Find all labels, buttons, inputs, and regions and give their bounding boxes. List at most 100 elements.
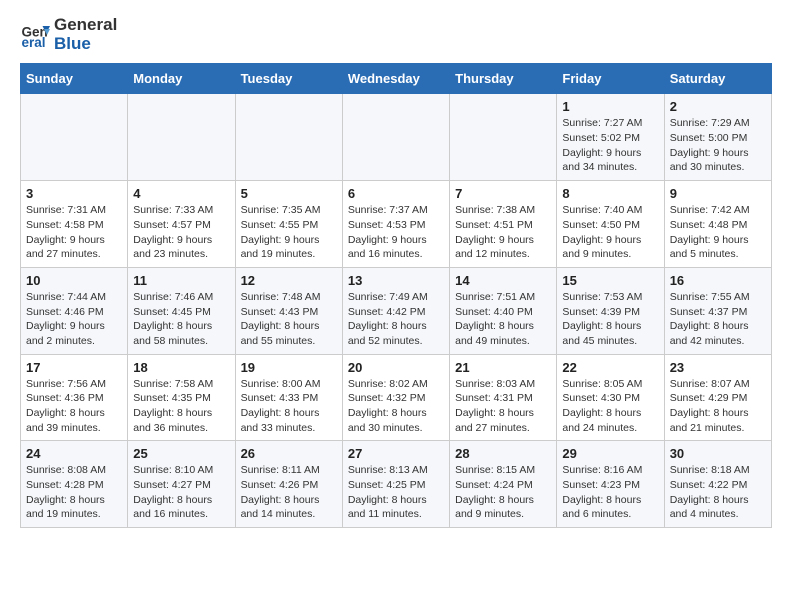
col-thursday: Thursday (450, 64, 557, 94)
day-info: Sunrise: 7:31 AM Sunset: 4:58 PM Dayligh… (26, 203, 122, 262)
day-cell: 26 Sunrise: 8:11 AM Sunset: 4:26 PM Dayli… (235, 441, 342, 528)
day-number: 8 (562, 186, 658, 201)
page: Gen eral General Blue SundayMondayTuesda… (0, 0, 792, 548)
col-sunday: Sunday (21, 64, 128, 94)
day-info: Sunrise: 7:48 AM Sunset: 4:43 PM Dayligh… (241, 290, 337, 349)
day-cell: 20 Sunrise: 8:02 AM Sunset: 4:32 PM Dayli… (342, 354, 449, 441)
day-number: 3 (26, 186, 122, 201)
day-info: Sunrise: 8:03 AM Sunset: 4:31 PM Dayligh… (455, 377, 551, 436)
day-number: 16 (670, 273, 766, 288)
day-cell (235, 94, 342, 181)
day-number: 20 (348, 360, 444, 375)
day-info: Sunrise: 7:29 AM Sunset: 5:00 PM Dayligh… (670, 116, 766, 175)
week-row-1: 3 Sunrise: 7:31 AM Sunset: 4:58 PM Daylig… (21, 181, 772, 268)
day-info: Sunrise: 7:56 AM Sunset: 4:36 PM Dayligh… (26, 377, 122, 436)
calendar-header-row: SundayMondayTuesdayWednesdayThursdayFrid… (21, 64, 772, 94)
week-row-0: 1Sunrise: 7:27 AM Sunset: 5:02 PM Daylig… (21, 94, 772, 181)
svg-text:eral: eral (22, 35, 46, 50)
day-cell: 27Sunrise: 8:13 AM Sunset: 4:25 PM Dayli… (342, 441, 449, 528)
day-number: 6 (348, 186, 444, 201)
day-cell: 28 Sunrise: 8:15 AM Sunset: 4:24 PM Dayli… (450, 441, 557, 528)
day-number: 29 (562, 446, 658, 461)
day-number: 22 (562, 360, 658, 375)
day-info: Sunrise: 7:49 AM Sunset: 4:42 PM Dayligh… (348, 290, 444, 349)
day-cell: 24Sunrise: 8:08 AM Sunset: 4:28 PM Dayli… (21, 441, 128, 528)
day-cell: 7 Sunrise: 7:38 AM Sunset: 4:51 PM Daylig… (450, 181, 557, 268)
col-friday: Friday (557, 64, 664, 94)
day-cell: 11 Sunrise: 7:46 AM Sunset: 4:45 PM Dayli… (128, 267, 235, 354)
day-cell: 21Sunrise: 8:03 AM Sunset: 4:31 PM Dayli… (450, 354, 557, 441)
logo-icon: Gen eral (20, 20, 50, 50)
day-cell: 30 Sunrise: 8:18 AM Sunset: 4:22 PM Dayli… (664, 441, 771, 528)
header: Gen eral General Blue (20, 16, 772, 53)
day-cell: 15 Sunrise: 7:53 AM Sunset: 4:39 PM Dayli… (557, 267, 664, 354)
day-cell (450, 94, 557, 181)
day-cell: 3 Sunrise: 7:31 AM Sunset: 4:58 PM Daylig… (21, 181, 128, 268)
day-number: 25 (133, 446, 229, 461)
day-number: 23 (670, 360, 766, 375)
day-info: Sunrise: 7:33 AM Sunset: 4:57 PM Dayligh… (133, 203, 229, 262)
day-info: Sunrise: 7:53 AM Sunset: 4:39 PM Dayligh… (562, 290, 658, 349)
day-cell: 22 Sunrise: 8:05 AM Sunset: 4:30 PM Dayli… (557, 354, 664, 441)
day-info: Sunrise: 8:15 AM Sunset: 4:24 PM Dayligh… (455, 463, 551, 522)
day-number: 4 (133, 186, 229, 201)
day-number: 7 (455, 186, 551, 201)
day-info: Sunrise: 8:18 AM Sunset: 4:22 PM Dayligh… (670, 463, 766, 522)
calendar-body: 1Sunrise: 7:27 AM Sunset: 5:02 PM Daylig… (21, 94, 772, 528)
day-number: 28 (455, 446, 551, 461)
day-cell: 6 Sunrise: 7:37 AM Sunset: 4:53 PM Daylig… (342, 181, 449, 268)
day-info: Sunrise: 8:02 AM Sunset: 4:32 PM Dayligh… (348, 377, 444, 436)
day-info: Sunrise: 7:35 AM Sunset: 4:55 PM Dayligh… (241, 203, 337, 262)
col-tuesday: Tuesday (235, 64, 342, 94)
day-number: 18 (133, 360, 229, 375)
day-info: Sunrise: 8:16 AM Sunset: 4:23 PM Dayligh… (562, 463, 658, 522)
week-row-4: 24Sunrise: 8:08 AM Sunset: 4:28 PM Dayli… (21, 441, 772, 528)
day-number: 10 (26, 273, 122, 288)
day-number: 15 (562, 273, 658, 288)
day-info: Sunrise: 8:07 AM Sunset: 4:29 PM Dayligh… (670, 377, 766, 436)
day-number: 26 (241, 446, 337, 461)
day-info: Sunrise: 7:27 AM Sunset: 5:02 PM Dayligh… (562, 116, 658, 175)
logo-blue: Blue (54, 35, 117, 54)
day-cell: 18 Sunrise: 7:58 AM Sunset: 4:35 PM Dayli… (128, 354, 235, 441)
col-monday: Monday (128, 64, 235, 94)
week-row-3: 17 Sunrise: 7:56 AM Sunset: 4:36 PM Dayli… (21, 354, 772, 441)
day-cell: 9Sunrise: 7:42 AM Sunset: 4:48 PM Daylig… (664, 181, 771, 268)
day-number: 14 (455, 273, 551, 288)
week-row-2: 10Sunrise: 7:44 AM Sunset: 4:46 PM Dayli… (21, 267, 772, 354)
day-cell: 5 Sunrise: 7:35 AM Sunset: 4:55 PM Daylig… (235, 181, 342, 268)
day-cell: 1Sunrise: 7:27 AM Sunset: 5:02 PM Daylig… (557, 94, 664, 181)
day-cell: 16 Sunrise: 7:55 AM Sunset: 4:37 PM Dayli… (664, 267, 771, 354)
day-cell: 4 Sunrise: 7:33 AM Sunset: 4:57 PM Daylig… (128, 181, 235, 268)
day-info: Sunrise: 8:11 AM Sunset: 4:26 PM Dayligh… (241, 463, 337, 522)
logo-general: General (54, 15, 117, 34)
logo: Gen eral General Blue (20, 16, 117, 53)
day-info: Sunrise: 8:00 AM Sunset: 4:33 PM Dayligh… (241, 377, 337, 436)
day-cell: 13Sunrise: 7:49 AM Sunset: 4:42 PM Dayli… (342, 267, 449, 354)
day-number: 17 (26, 360, 122, 375)
day-cell (128, 94, 235, 181)
day-cell: 10Sunrise: 7:44 AM Sunset: 4:46 PM Dayli… (21, 267, 128, 354)
day-info: Sunrise: 7:46 AM Sunset: 4:45 PM Dayligh… (133, 290, 229, 349)
col-wednesday: Wednesday (342, 64, 449, 94)
day-cell: 14 Sunrise: 7:51 AM Sunset: 4:40 PM Dayli… (450, 267, 557, 354)
day-number: 30 (670, 446, 766, 461)
day-number: 11 (133, 273, 229, 288)
day-info: Sunrise: 7:38 AM Sunset: 4:51 PM Dayligh… (455, 203, 551, 262)
day-info: Sunrise: 7:55 AM Sunset: 4:37 PM Dayligh… (670, 290, 766, 349)
day-cell: 19 Sunrise: 8:00 AM Sunset: 4:33 PM Dayli… (235, 354, 342, 441)
day-info: Sunrise: 7:37 AM Sunset: 4:53 PM Dayligh… (348, 203, 444, 262)
day-number: 5 (241, 186, 337, 201)
day-info: Sunrise: 8:05 AM Sunset: 4:30 PM Dayligh… (562, 377, 658, 436)
day-cell (21, 94, 128, 181)
day-cell: 25Sunrise: 8:10 AM Sunset: 4:27 PM Dayli… (128, 441, 235, 528)
day-number: 27 (348, 446, 444, 461)
day-info: Sunrise: 7:51 AM Sunset: 4:40 PM Dayligh… (455, 290, 551, 349)
day-info: Sunrise: 7:58 AM Sunset: 4:35 PM Dayligh… (133, 377, 229, 436)
day-cell (342, 94, 449, 181)
day-number: 12 (241, 273, 337, 288)
col-saturday: Saturday (664, 64, 771, 94)
day-cell: 2 Sunrise: 7:29 AM Sunset: 5:00 PM Daylig… (664, 94, 771, 181)
day-number: 2 (670, 99, 766, 114)
day-number: 19 (241, 360, 337, 375)
